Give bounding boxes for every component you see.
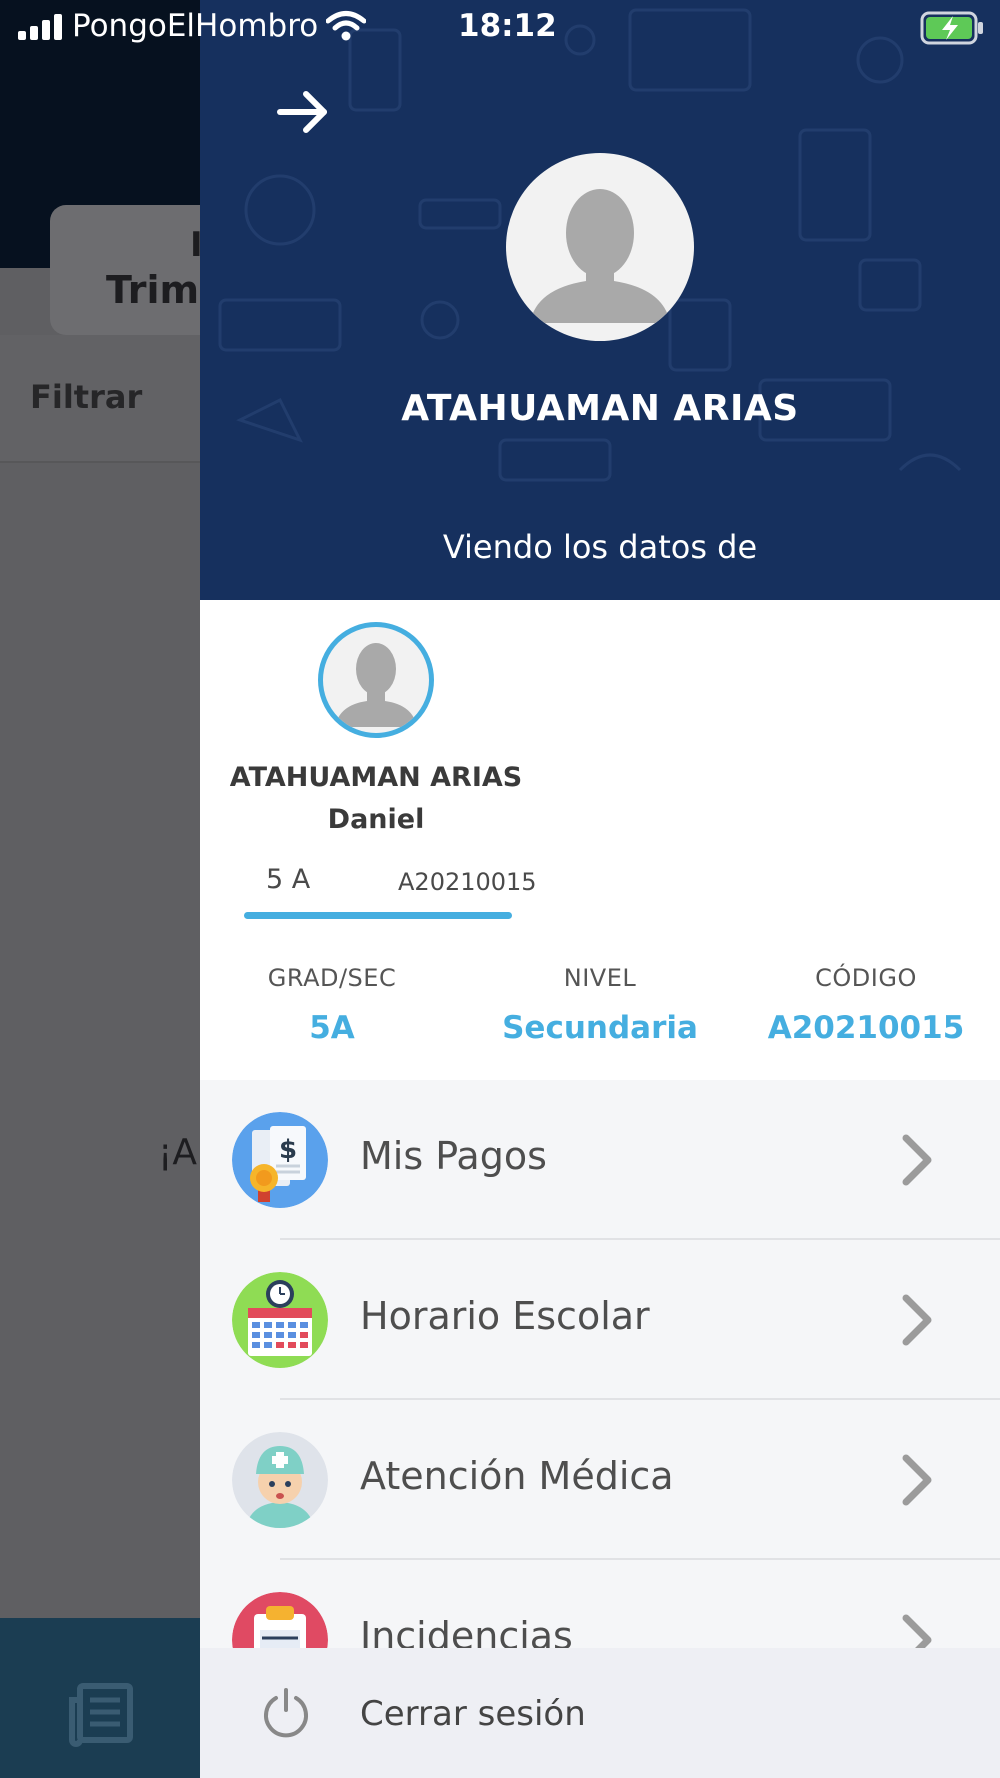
info-value: Secundaria bbox=[502, 1010, 698, 1046]
menu-item-atencion-medica[interactable]: Atención Médica bbox=[200, 1400, 1000, 1560]
drawer-header: ATAHUAMAN ARIAS Viendo los datos de bbox=[200, 0, 1000, 600]
status-time: 18:12 bbox=[458, 8, 557, 44]
user-name: ATAHUAMAN ARIAS bbox=[401, 388, 799, 429]
payments-icon: $ bbox=[232, 1112, 328, 1208]
student-last-name: ATAHUAMAN ARIAS bbox=[229, 762, 523, 793]
carrier-name: PongoElHombro bbox=[72, 8, 319, 44]
arrow-right-icon[interactable] bbox=[276, 84, 332, 140]
info-code: CÓDIGO A20210015 bbox=[736, 964, 996, 1046]
selected-student-indicator bbox=[244, 912, 512, 919]
cellular-signal-icon bbox=[18, 14, 62, 40]
user-avatar bbox=[506, 153, 694, 341]
logout-button[interactable]: Cerrar sesión bbox=[200, 1648, 1000, 1778]
info-label: NIVEL bbox=[563, 964, 637, 992]
student-tab-code[interactable]: A20210015 bbox=[398, 868, 537, 896]
drawer-menu: $ Mis Pagos Horario Escolar Atención Méd… bbox=[200, 1080, 1000, 1688]
calendar-icon bbox=[232, 1272, 328, 1368]
doctor-icon bbox=[232, 1432, 328, 1528]
power-icon bbox=[264, 1688, 308, 1738]
menu-item-horario-escolar[interactable]: Horario Escolar bbox=[200, 1240, 1000, 1400]
student-avatar[interactable] bbox=[318, 622, 434, 738]
chevron-right-icon bbox=[902, 1134, 932, 1186]
info-label: CÓDIGO bbox=[815, 964, 917, 992]
menu-item-label: Mis Pagos bbox=[360, 1134, 547, 1178]
menu-item-mis-pagos[interactable]: $ Mis Pagos bbox=[200, 1080, 1000, 1240]
viewing-label: Viendo los datos de bbox=[442, 528, 758, 566]
person-silhouette-icon bbox=[335, 643, 417, 727]
news-icon bbox=[69, 1683, 133, 1747]
status-bar: PongoElHombro 18:12 bbox=[0, 0, 1000, 56]
student-panel: ATAHUAMAN ARIAS Daniel 5 A A20210015 GRA… bbox=[200, 600, 1000, 1080]
menu-item-label: Horario Escolar bbox=[360, 1294, 650, 1338]
info-value: 5A bbox=[309, 1010, 355, 1046]
side-drawer: ATAHUAMAN ARIAS Viendo los datos de ATAH… bbox=[200, 0, 1000, 1778]
logout-label: Cerrar sesión bbox=[360, 1694, 586, 1734]
chevron-right-icon bbox=[902, 1454, 932, 1506]
svg-text:$: $ bbox=[279, 1135, 297, 1165]
person-silhouette-icon bbox=[530, 189, 670, 323]
info-label: GRAD/SEC bbox=[267, 964, 397, 992]
background-filter-label: Filtrar bbox=[30, 378, 143, 416]
background-message: ¡A bbox=[158, 1132, 198, 1173]
menu-item-label: Atención Médica bbox=[360, 1454, 674, 1498]
wifi-icon bbox=[326, 11, 366, 41]
student-first-name: Daniel bbox=[327, 804, 425, 835]
battery-charging-icon bbox=[920, 11, 983, 45]
info-level: NIVEL Secundaria bbox=[470, 964, 730, 1046]
chevron-right-icon bbox=[902, 1294, 932, 1346]
info-value: A20210015 bbox=[767, 1010, 965, 1046]
student-tab-section[interactable]: 5 A bbox=[266, 864, 310, 895]
info-grade-section: GRAD/SEC 5A bbox=[202, 964, 462, 1046]
